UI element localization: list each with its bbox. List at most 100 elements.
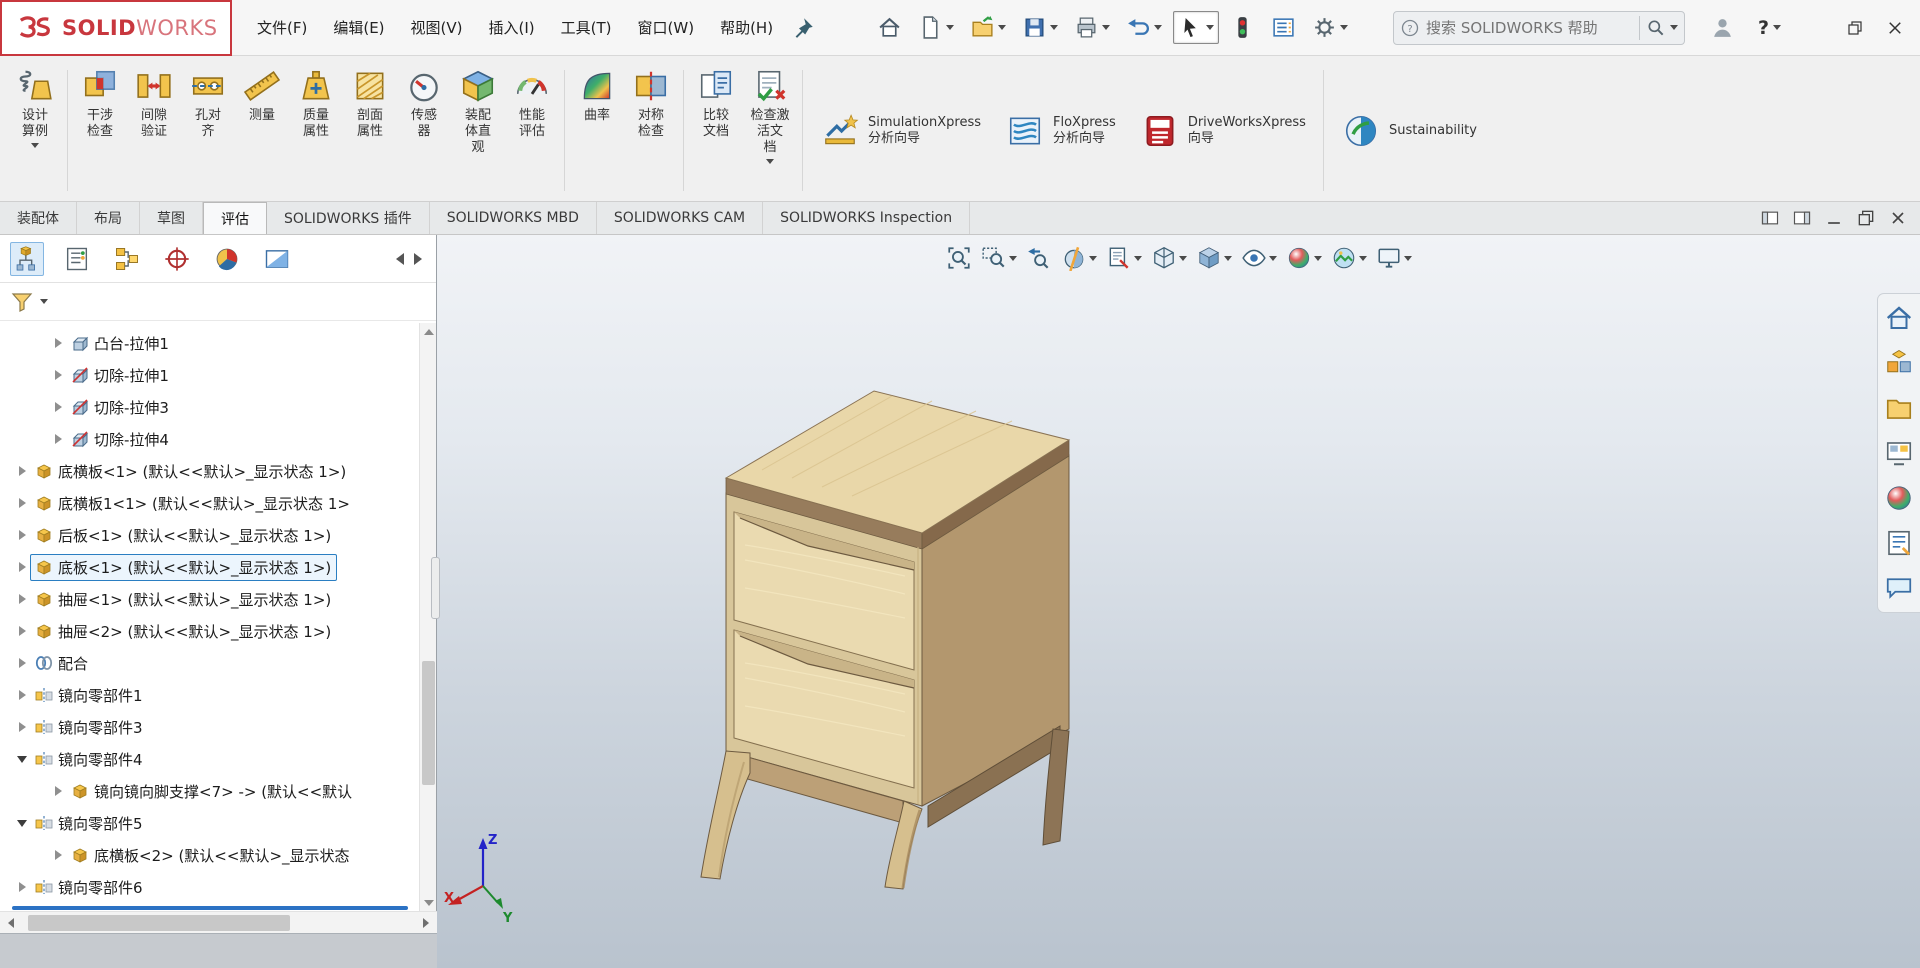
horizontal-scroll-thumb[interactable] — [28, 914, 290, 931]
ribbon-button-floxpress[interactable]: FloXpress 分析向导 — [993, 62, 1128, 199]
options-button[interactable] — [1307, 11, 1353, 44]
tree-horizontal-scrollbar[interactable] — [0, 911, 437, 933]
view-settings-button[interactable] — [1373, 243, 1415, 273]
ribbon-button-curvature[interactable]: 曲率 — [570, 62, 624, 199]
menu-tools[interactable]: 工具(T) — [548, 0, 625, 56]
save-button[interactable] — [1017, 11, 1063, 44]
tree-item-expanded[interactable]: 镜向零部件5 — [0, 807, 420, 839]
undo-button[interactable] — [1121, 11, 1167, 44]
ribbon-button-assembly-visualization[interactable]: 装配 体直 观 — [451, 62, 505, 199]
new-document-button[interactable] — [913, 11, 959, 44]
cam-feature-tree-tab[interactable] — [260, 242, 294, 276]
ribbon-button-performance-evaluation[interactable]: 性能 评估 — [505, 62, 559, 199]
expand-arrow[interactable] — [50, 786, 66, 796]
tree-item[interactable]: 配合 — [0, 647, 420, 679]
close-document-icon[interactable] — [1888, 208, 1908, 228]
expand-arrow[interactable] — [50, 370, 66, 380]
tree-item-expanded[interactable]: 镜向零部件4 — [0, 743, 420, 775]
tab-solidworks-addins[interactable]: SOLIDWORKS 插件 — [267, 202, 430, 234]
menu-window[interactable]: 窗口(W) — [625, 0, 708, 56]
expand-arrow[interactable] — [14, 658, 30, 668]
ribbon-button-measure[interactable]: 测量 — [235, 62, 289, 199]
ribbon-button-compare-documents[interactable]: 比较 文档 — [689, 62, 743, 199]
traffic-light-button[interactable] — [1225, 11, 1260, 44]
ribbon-button-design-study[interactable]: 设计 算例 — [8, 62, 62, 199]
tree-item[interactable]: 底横板<2> (默认<<默认>_显示状态 — [0, 839, 420, 871]
previous-view-button[interactable] — [1023, 243, 1055, 273]
menu-view[interactable]: 视图(V) — [398, 0, 476, 56]
tree-item[interactable]: 镜向零部件1 — [0, 679, 420, 711]
ribbon-button-hole-alignment[interactable]: 孔对 齐 — [181, 62, 235, 199]
menu-help[interactable]: 帮助(H) — [707, 0, 786, 56]
tree-item[interactable]: 镜向镜向脚支撑<7> -> (默认<<默认 — [0, 775, 420, 807]
file-explorer-tab[interactable] — [1884, 393, 1914, 423]
ribbon-button-symmetry-check[interactable]: 对称 检查 — [624, 62, 678, 199]
rollback-bar[interactable] — [12, 906, 408, 910]
view-palette-tab[interactable] — [1884, 438, 1914, 468]
edit-appearance-button[interactable] — [1283, 243, 1325, 273]
dimxpertmanager-tab[interactable] — [160, 242, 194, 276]
section-view-button[interactable] — [1058, 243, 1100, 273]
configurationmanager-tab[interactable] — [110, 242, 144, 276]
tab-sketch[interactable]: 草图 — [140, 202, 203, 234]
restore-document-icon[interactable] — [1856, 208, 1876, 228]
featuremanager-tree-tab[interactable] — [10, 241, 44, 276]
tree-item-selected[interactable]: 底板<1> (默认<<默认>_显示状态 1>) — [0, 551, 420, 583]
ribbon-button-simulationxpress[interactable]: SimulationXpress 分析向导 — [808, 62, 993, 199]
ribbon-button-sensor[interactable]: 传感 器 — [397, 62, 451, 199]
tab-evaluate[interactable]: 评估 — [203, 202, 267, 234]
expand-arrow[interactable] — [50, 402, 66, 412]
expand-arrow[interactable] — [14, 626, 30, 636]
expand-arrow[interactable] — [14, 498, 30, 508]
zoom-to-area-button[interactable] — [978, 243, 1020, 273]
apply-scene-button[interactable] — [1328, 243, 1370, 273]
ribbon-button-driveworksxpress[interactable]: DriveWorksXpress 向导 — [1128, 62, 1318, 199]
login-button[interactable] — [1705, 11, 1740, 44]
panel-splitter-grip[interactable] — [431, 557, 440, 619]
search-box[interactable]: ? — [1393, 10, 1686, 45]
scroll-left-button[interactable] — [0, 912, 22, 934]
scroll-down-button[interactable] — [420, 894, 437, 911]
expand-arrow[interactable] — [14, 466, 30, 476]
hide-show-items-button[interactable] — [1238, 243, 1280, 273]
expand-arrow[interactable] — [14, 755, 30, 763]
restore-window-button[interactable] — [1840, 13, 1870, 43]
solidworks-forum-tab[interactable] — [1884, 573, 1914, 603]
help-button[interactable]: ? — [1758, 17, 1782, 39]
minimize-document-icon[interactable] — [1824, 208, 1844, 228]
model-nightstand[interactable] — [660, 370, 1120, 910]
ribbon-button-mass-properties[interactable]: 质量 属性 — [289, 62, 343, 199]
tab-solidworks-mbd[interactable]: SOLIDWORKS MBD — [430, 202, 597, 234]
pane-left-icon[interactable] — [1760, 208, 1780, 228]
expand-arrow[interactable] — [14, 882, 30, 892]
tree-item[interactable]: 后板<1> (默认<<默认>_显示状态 1>) — [0, 519, 420, 551]
graphics-viewport[interactable]: Z X Y — [437, 235, 1920, 968]
scroll-tabs-right-icon[interactable] — [414, 252, 422, 265]
display-style-button[interactable] — [1193, 243, 1235, 273]
scroll-tabs-left-icon[interactable] — [396, 252, 404, 265]
tree-item[interactable]: 切除-拉伸1 — [0, 359, 420, 391]
pin-menu-button[interactable] — [790, 15, 816, 41]
filter-funnel-icon[interactable] — [10, 290, 34, 314]
displaymanager-tab[interactable] — [210, 242, 244, 276]
tree-item[interactable]: 底横板1<1> (默认<<默认>_显示状态 1> — [0, 487, 420, 519]
dynamic-annotation-views-button[interactable] — [1103, 243, 1145, 273]
scroll-right-button[interactable] — [415, 912, 437, 934]
tree-item[interactable]: 抽屉<1> (默认<<默认>_显示状态 1>) — [0, 583, 420, 615]
expand-arrow[interactable] — [50, 338, 66, 348]
expand-arrow[interactable] — [14, 819, 30, 827]
menu-insert[interactable]: 插入(I) — [476, 0, 548, 56]
expand-arrow[interactable] — [14, 722, 30, 732]
command-list-button[interactable] — [1266, 11, 1301, 44]
pane-right-icon[interactable] — [1792, 208, 1812, 228]
print-button[interactable] — [1069, 11, 1115, 44]
solidworks-resources-tab[interactable] — [1884, 303, 1914, 333]
expand-arrow[interactable] — [50, 850, 66, 860]
chevron-down-icon[interactable] — [40, 299, 48, 304]
ribbon-button-section-properties[interactable]: 剖面 属性 — [343, 62, 397, 199]
expand-arrow[interactable] — [14, 530, 30, 540]
ribbon-button-sustainability[interactable]: Sustainability — [1329, 62, 1489, 199]
search-input[interactable] — [1426, 18, 1634, 37]
view-orientation-button[interactable] — [1148, 243, 1190, 273]
tab-solidworks-inspection[interactable]: SOLIDWORKS Inspection — [763, 202, 971, 234]
